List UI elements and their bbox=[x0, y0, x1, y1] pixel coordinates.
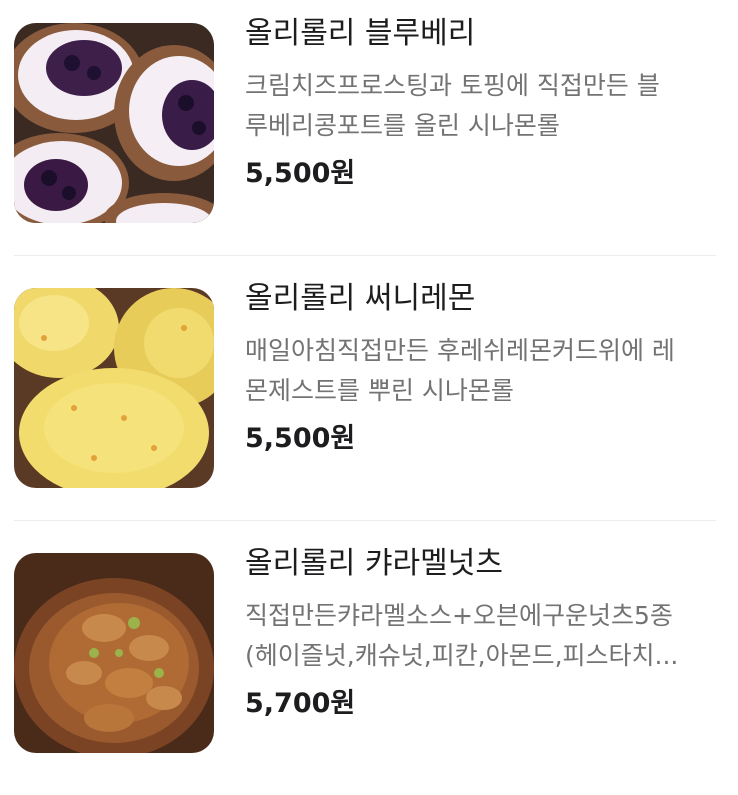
menu-item-description: 직접만든캬라멜소스+오븐에구운넛츠5종 (헤이즐넛,캐슈넛,피칸,아몬드,피스타… bbox=[245, 601, 679, 670]
menu-item-info: 올리롤리 써니레몬 매일아침직접만든 후레쉬레몬커드위에 레 몬제스트를 뿌린 … bbox=[245, 277, 716, 459]
divider bbox=[14, 520, 716, 521]
divider bbox=[14, 255, 716, 256]
caramel-nuts-roll-image bbox=[14, 553, 214, 753]
menu-item[interactable]: 올리롤리 써니레몬 매일아침직접만든 후레쉬레몬커드위에 레 몬제스트를 뿌린 … bbox=[0, 265, 738, 530]
menu-item-price: 5,500원 bbox=[245, 158, 356, 189]
menu-item[interactable]: 올리롤리 블루베리 크림치즈프로스팅과 토핑에 직접만든 블 루베리콩포트를 올… bbox=[0, 0, 738, 265]
menu-item-name: 올리롤리 캬라멜넛츠 bbox=[245, 546, 503, 581]
menu-item-description: 매일아침직접만든 후레쉬레몬커드위에 레 몬제스트를 뿌린 시나몬롤 bbox=[245, 336, 675, 405]
menu-item-info: 올리롤리 캬라멜넛츠 직접만든캬라멜소스+오븐에구운넛츠5종 (헤이즐넛,캐슈넛… bbox=[245, 542, 716, 724]
menu-item-info: 올리롤리 블루베리 크림치즈프로스팅과 토핑에 직접만든 블 루베리콩포트를 올… bbox=[245, 12, 716, 194]
menu-item-price: 5,700원 bbox=[245, 688, 356, 719]
blueberry-roll-image bbox=[14, 23, 214, 223]
menu-item-description: 크림치즈프로스팅과 토핑에 직접만든 블 루베리콩포트를 올린 시나몬롤 bbox=[245, 71, 660, 140]
menu-list: 올리롤리 블루베리 크림치즈프로스팅과 토핑에 직접만든 블 루베리콩포트를 올… bbox=[0, 0, 738, 778]
menu-item[interactable]: 올리롤리 캬라멜넛츠 직접만든캬라멜소스+오븐에구운넛츠5종 (헤이즐넛,캐슈넛… bbox=[0, 530, 738, 795]
menu-item-price: 5,500원 bbox=[245, 423, 356, 454]
menu-item-name: 올리롤리 블루베리 bbox=[245, 16, 476, 51]
lemon-roll-image bbox=[14, 288, 214, 488]
menu-item-name: 올리롤리 써니레몬 bbox=[245, 281, 476, 316]
